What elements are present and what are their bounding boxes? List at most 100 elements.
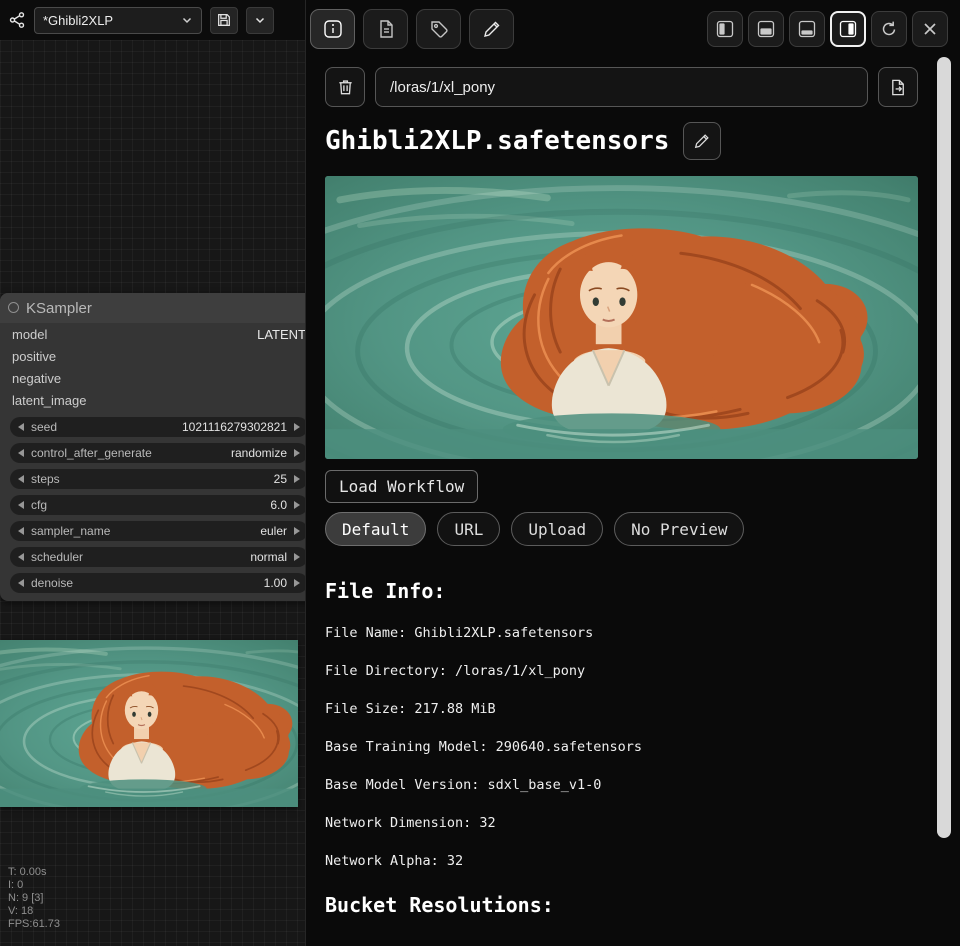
preview-source-default-button[interactable]: Default (325, 512, 426, 546)
scrollbar-thumb[interactable] (937, 57, 951, 838)
widget-value: randomize (231, 446, 287, 460)
decrement-arrow-icon[interactable] (18, 527, 24, 535)
file-export-icon (889, 78, 908, 97)
decrement-arrow-icon[interactable] (18, 501, 24, 509)
increment-arrow-icon[interactable] (294, 475, 300, 483)
stat-line: FPS:61.73 (8, 918, 60, 931)
trash-icon (336, 78, 355, 97)
model-preview-image (325, 176, 918, 459)
widget-denoise[interactable]: denoise 1.00 (10, 573, 305, 593)
file-info-line: Base Training Model: 290640.safetensors (325, 739, 918, 755)
canvas-stats: T: 0.00s I: 0 N: 9 [3] V: 18 FPS:61.73 (8, 866, 60, 931)
widget-label: seed (31, 420, 57, 434)
dock-bottom-icon (757, 20, 775, 38)
tag-icon (429, 19, 449, 39)
scrollbar-track[interactable] (930, 50, 960, 946)
increment-arrow-icon[interactable] (294, 553, 300, 561)
decrement-arrow-icon[interactable] (18, 475, 24, 483)
preview-source-no-preview-button[interactable]: No Preview (614, 512, 744, 546)
ksampler-node[interactable]: KSampler model LATENT positive negative … (0, 293, 305, 601)
widget-control-after-generate[interactable]: control_after_generate randomize (10, 443, 305, 463)
node-io: model LATENT positive negative latent_im… (0, 323, 305, 411)
stat-line: I: 0 (8, 879, 60, 892)
model-path-row (325, 67, 918, 107)
preview-image-node[interactable] (0, 640, 298, 807)
file-info-line: Base Model Version: sdxl_base_v1-0 (325, 777, 918, 793)
close-button[interactable] (912, 11, 948, 47)
save-options-button[interactable] (246, 7, 274, 34)
widget-value: 1021116279302821 (182, 420, 287, 434)
tab-notes[interactable] (363, 9, 408, 49)
preview-source-url-button[interactable]: URL (437, 512, 500, 546)
widget-cfg[interactable]: cfg 6.0 (10, 495, 305, 515)
widget-value: 6.0 (270, 498, 287, 512)
move-model-button[interactable] (878, 67, 918, 107)
layout-bottom-small-button[interactable] (789, 11, 825, 47)
document-icon (376, 19, 396, 39)
node-title-bar[interactable]: KSampler (0, 293, 305, 323)
increment-arrow-icon[interactable] (294, 423, 300, 431)
stat-line: V: 18 (8, 905, 60, 918)
input-label-latent-image: latent_image (12, 393, 86, 408)
widget-value: 25 (274, 472, 287, 486)
pencil-icon (482, 19, 502, 39)
comfyui-area: *Ghibli2XLP KSampler model LATENT positi… (0, 0, 305, 946)
info-icon (323, 19, 343, 39)
increment-arrow-icon[interactable] (294, 527, 300, 535)
panel-toolbar (306, 0, 960, 50)
node-input-row: positive (0, 345, 305, 367)
widget-value: 1.00 (264, 576, 287, 590)
widget-sampler-name[interactable]: sampler_name euler (10, 521, 305, 541)
input-label-positive: positive (12, 349, 56, 364)
widget-label: sampler_name (31, 524, 110, 538)
tab-edit[interactable] (469, 9, 514, 49)
model-path-input[interactable] (375, 67, 868, 107)
decrement-arrow-icon[interactable] (18, 423, 24, 431)
layout-right-button[interactable] (830, 11, 866, 47)
tab-tags[interactable] (416, 9, 461, 49)
collapse-dot-icon[interactable] (8, 302, 19, 313)
layout-left-button[interactable] (707, 11, 743, 47)
file-info-heading: File Info: (325, 579, 918, 603)
widget-value: normal (250, 550, 287, 564)
model-preview (325, 176, 918, 459)
file-info-line: File Directory: /loras/1/xl_pony (325, 663, 918, 679)
layout-bottom-button[interactable] (748, 11, 784, 47)
panel-window-controls (707, 11, 948, 47)
preview-source-row: Default URL Upload No Preview (325, 512, 918, 546)
load-workflow-button[interactable]: Load Workflow (325, 470, 478, 503)
widget-scheduler[interactable]: scheduler normal (10, 547, 305, 567)
output-label-latent: LATENT (257, 327, 305, 342)
workflow-name: *Ghibli2XLP (43, 13, 113, 28)
file-info-line: File Name: Ghibli2XLP.safetensors (325, 625, 918, 641)
panel-tabs (310, 9, 514, 49)
refresh-icon (880, 20, 898, 38)
share-icon[interactable] (8, 11, 26, 29)
decrement-arrow-icon[interactable] (18, 579, 24, 587)
save-workflow-button[interactable] (210, 7, 238, 34)
dock-left-icon (716, 20, 734, 38)
increment-arrow-icon[interactable] (294, 449, 300, 457)
widget-label: steps (31, 472, 60, 486)
input-label-model: model (12, 327, 47, 342)
file-info-line: File Size: 217.88 MiB (325, 701, 918, 717)
increment-arrow-icon[interactable] (294, 501, 300, 509)
decrement-arrow-icon[interactable] (18, 449, 24, 457)
stat-line: N: 9 [3] (8, 892, 60, 905)
tab-info[interactable] (310, 9, 355, 49)
comfyui-topbar: *Ghibli2XLP (0, 0, 305, 40)
node-input-row: model LATENT (0, 323, 305, 345)
refresh-button[interactable] (871, 11, 907, 47)
increment-arrow-icon[interactable] (294, 579, 300, 587)
workflow-select[interactable]: *Ghibli2XLP (34, 7, 202, 34)
widget-seed[interactable]: seed 1021116279302821 (10, 417, 305, 437)
rename-model-button[interactable] (683, 122, 721, 160)
decrement-arrow-icon[interactable] (18, 553, 24, 561)
model-title: Ghibli2XLP.safetensors (325, 126, 669, 156)
delete-model-button[interactable] (325, 67, 365, 107)
node-preview-image (0, 640, 298, 807)
widget-label: control_after_generate (31, 446, 152, 460)
stat-line: T: 0.00s (8, 866, 60, 879)
preview-source-upload-button[interactable]: Upload (511, 512, 603, 546)
widget-steps[interactable]: steps 25 (10, 469, 305, 489)
